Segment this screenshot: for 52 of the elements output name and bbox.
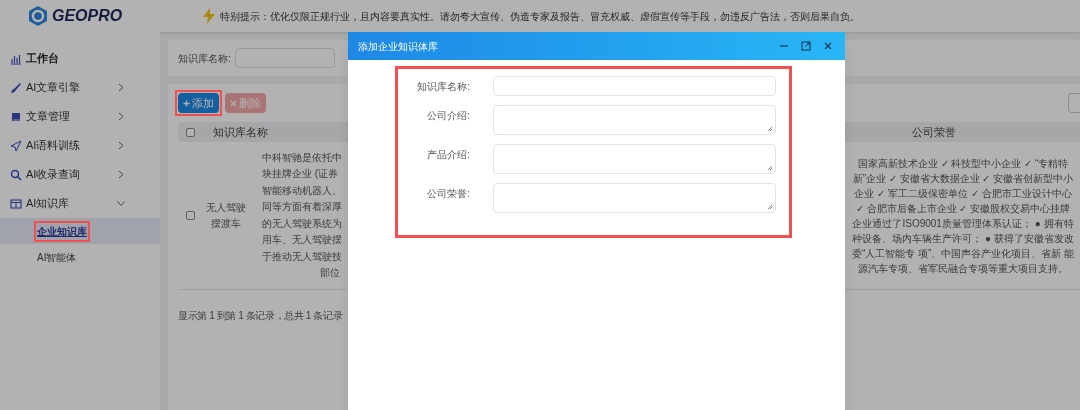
field-label: 公司介绍: [426,109,470,123]
sidebar-item[interactable]: AI知识库 [0,189,160,218]
sidebar-item[interactable]: AI收录查询 [0,160,160,189]
resize-handle-icon[interactable] [767,126,773,132]
text-area-field[interactable] [493,144,776,174]
text-area-field[interactable] [493,183,776,213]
table-cell-text: 中科智驰是依托中 [262,150,343,165]
lightning-icon [202,8,216,24]
bar-chart-icon [10,52,22,65]
sidebar-item[interactable]: 文章管理 [0,102,160,131]
filter-label: 知识库名称: [178,51,231,66]
name-input-field[interactable] [234,48,335,68]
column-header: 知识库名称 [213,124,269,140]
toolbar-button[interactable] [1068,93,1080,113]
dialog-title: 添加企业知识体库 [358,39,439,54]
table-cell-text: 用车、无人驾驶摆 [262,233,343,247]
field-label: 产品介绍: [426,148,470,162]
notice-text: 特别提示：优化仅限正规行业，且内容要真实性。请勿夸大宣传、伪造专家及报告、冒充权威、虚假宣传等手段，勿违反广告法，否则后果自负。 [220,9,860,24]
column-header: 公司荣誉 [911,124,957,140]
sidebar-item[interactable]: AI文章引擎 [0,73,160,102]
table-cell-text: 部位 [320,266,340,280]
input-field[interactable] [493,76,776,96]
field-label: 知识库名称: [416,80,470,94]
logo-text: GEOPRO [52,6,123,26]
search-icon [10,168,22,181]
field-label: 公司荣誉: [426,187,470,201]
x-icon [230,99,237,107]
sidebar-subitem[interactable]: 企业知识库 [37,223,87,239]
row-checkbox[interactable] [186,211,195,220]
table-cell-text: 无人驾驶摆渡车 [205,200,247,231]
sidebar-subitem[interactable]: AI智能体 [37,249,77,265]
text-area-field[interactable] [493,105,776,135]
brush-icon [10,81,22,94]
plus-icon [183,99,190,107]
table-cell-text: 国家高新技术企业 ✓ 科技型中小企业 ✓ “专精特新”企业 ✓ 安徽省大数据企业 ✓ 安徽省创新型中小企业 ✓ 军工二级保密单位 ✓ 合肥市工业设计中心 ✓ 合肥市后备上市企业 ✓ 安徽股权交易中心挂牌企业通过了ISO9001质量管理体系认证； ● 拥有特种设备、场内车辆生产许可； ● 获得了安徽省发改委“人工智能专 项”、中国声谷产业化项目、省新 能源汽车专项、省军民融合专项等重大项目支持。 [851,156,1075,276]
header-checkbox[interactable] [186,127,195,137]
table-cell-text: 智能移动机器人、 [262,183,343,198]
table-icon [10,197,22,210]
table-cell-text: 同等方面有着深厚 [262,200,343,214]
resize-handle-icon[interactable] [767,165,773,171]
paper-plane-icon [10,139,22,152]
sidebar-item[interactable]: AI语料训练 [0,131,160,160]
close-icon[interactable] [823,41,833,51]
table-cell-text: 的无人驾驶系统为 [262,216,343,231]
maximize-icon[interactable] [801,41,811,51]
book-icon [10,110,22,123]
sidebar-item[interactable]: 工作台 [0,44,160,73]
pagination-info: 显示第 1 到第 1 条记录，总共 1 条记录 [178,310,343,321]
table-cell-text: 块挂牌企业 (证券 [262,167,340,181]
logo-icon [28,5,48,27]
table-cell-text: 于推动无人驾驶技 [262,249,343,264]
resize-handle-icon[interactable] [767,204,773,210]
